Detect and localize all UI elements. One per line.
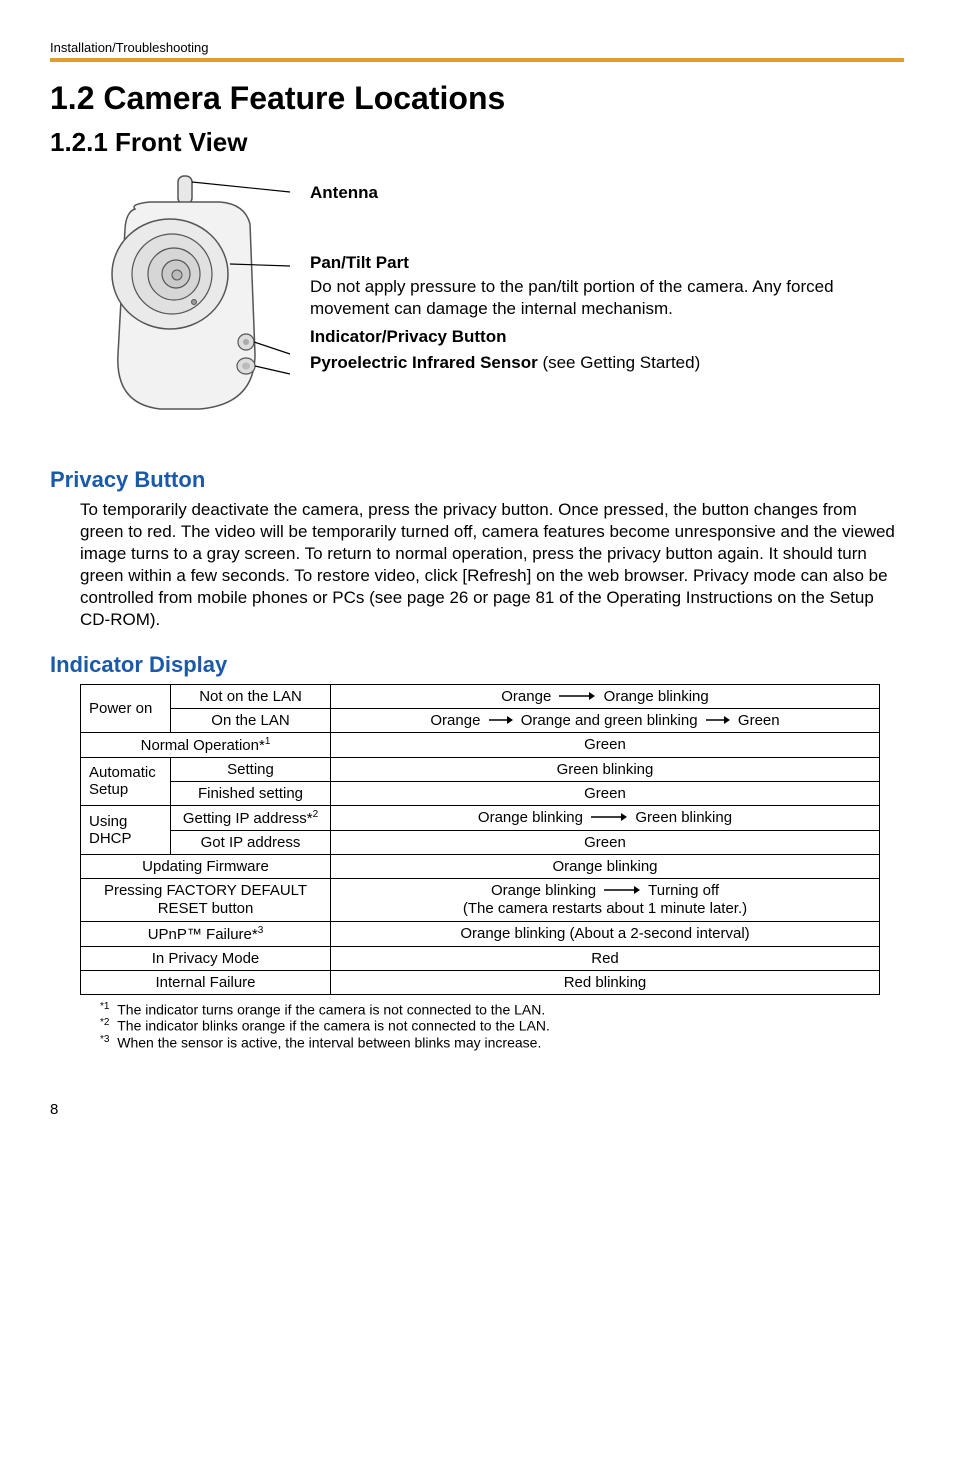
fn3-sup: *3 (100, 1034, 109, 1045)
table-row: On the LAN Orange Orange and green blink… (81, 708, 880, 732)
table-row: UPnP™ Failure*3 Orange blinking (About a… (81, 921, 880, 946)
cell-got-ip: Got IP address (171, 830, 331, 854)
text: Orange (501, 688, 551, 705)
cell-upnp-val: Orange blinking (About a 2-second interv… (331, 921, 880, 946)
cell-power-on: Power on (81, 684, 171, 732)
cell-not-on-lan-val: Orange Orange blinking (331, 684, 880, 708)
cell-not-on-lan: Not on the LAN (171, 684, 331, 708)
sup: 3 (258, 925, 264, 936)
cell-auto-setup: Automatic Setup (81, 757, 171, 805)
table-row: Updating Firmware Orange blinking (81, 854, 880, 878)
privacy-body: To temporarily deactivate the camera, pr… (80, 499, 904, 632)
cell-internal: Internal Failure (81, 970, 331, 994)
cell-got-ip-val: Green (331, 830, 880, 854)
section-indicator-display: Indicator Display (50, 652, 904, 678)
arrow-icon (706, 715, 730, 725)
footnotes: *1 The indicator turns orange if the cam… (100, 1001, 904, 1051)
cell-using-dhcp: Using DHCP (81, 805, 171, 854)
cell-normal-op: Normal Operation*1 (81, 732, 331, 757)
label-pyro-sensor: Pyroelectric Infrared Sensor (310, 353, 538, 372)
cell-updating-val: Orange blinking (331, 854, 880, 878)
indicator-table: Power on Not on the LAN Orange Orange bl… (80, 684, 880, 995)
label-pan-tilt: Pan/Tilt Part (310, 252, 904, 274)
fn2-sup: *2 (100, 1017, 109, 1028)
table-row: Using DHCP Getting IP address*2 Orange b… (81, 805, 880, 830)
label-antenna: Antenna (310, 182, 904, 204)
text: Orange (430, 712, 480, 729)
cell-on-lan-val: Orange Orange and green blinking Green (331, 708, 880, 732)
label-indicator-privacy: Indicator/Privacy Button (310, 327, 506, 346)
cell-setting-val: Green blinking (331, 757, 880, 781)
text: Green blinking (635, 809, 732, 826)
camera-figure: Antenna Pan/Tilt Part Do not apply press… (80, 174, 904, 439)
cell-updating: Updating Firmware (81, 854, 331, 878)
table-row: Finished setting Green (81, 781, 880, 805)
cell-finished-val: Green (331, 781, 880, 805)
cell-finished: Finished setting (171, 781, 331, 805)
text: Orange blinking (478, 809, 583, 826)
text: Turning off (648, 882, 719, 899)
text: Green (738, 712, 780, 729)
cell-getting-ip: Getting IP address*2 (171, 805, 331, 830)
table-row: Got IP address Green (81, 830, 880, 854)
text: Orange blinking (491, 882, 596, 899)
table-row: Automatic Setup Setting Green blinking (81, 757, 880, 781)
arrow-icon (604, 885, 640, 895)
cell-upnp: UPnP™ Failure*3 (81, 921, 331, 946)
cell-privacy-mode: In Privacy Mode (81, 946, 331, 970)
cell-getting-ip-val: Orange blinking Green blinking (331, 805, 880, 830)
page-title-h1: 1.2 Camera Feature Locations (50, 80, 904, 117)
arrow-icon (559, 691, 595, 701)
sup: 1 (265, 736, 271, 747)
breadcrumb: Installation/Troubleshooting (50, 40, 904, 62)
cell-internal-val: Red blinking (331, 970, 880, 994)
cell-privacy-mode-val: Red (331, 946, 880, 970)
table-row: In Privacy Mode Red (81, 946, 880, 970)
fn2-text: The indicator blinks orange if the camer… (117, 1018, 550, 1034)
arrow-icon (489, 715, 513, 725)
table-row: Internal Failure Red blinking (81, 970, 880, 994)
cell-normal-op-val: Green (331, 732, 880, 757)
fn1-sup: *1 (100, 1001, 109, 1012)
page-title-h2: 1.2.1 Front View (50, 127, 904, 158)
text: UPnP™ Failure* (148, 926, 258, 943)
fn3-text: When the sensor is active, the interval … (117, 1035, 541, 1051)
section-privacy-button: Privacy Button (50, 467, 904, 493)
table-row: Normal Operation*1 Green (81, 732, 880, 757)
text: (The camera restarts about 1 minute late… (463, 900, 747, 917)
text: Orange and green blinking (521, 712, 698, 729)
page-number: 8 (50, 1101, 904, 1118)
cell-on-lan: On the LAN (171, 708, 331, 732)
arrow-icon (591, 812, 627, 822)
text: Getting IP address* (183, 810, 313, 827)
sup: 2 (313, 809, 319, 820)
cell-setting: Setting (171, 757, 331, 781)
text: Normal Operation* (141, 737, 265, 754)
cell-factory: Pressing FACTORY DEFAULT RESET button (81, 878, 331, 921)
pan-tilt-desc: Do not apply pressure to the pan/tilt po… (310, 276, 904, 320)
cell-factory-val: Orange blinking Turning off (The camera … (331, 878, 880, 921)
table-row: Pressing FACTORY DEFAULT RESET button Or… (81, 878, 880, 921)
label-pyro-rest: (see Getting Started) (538, 353, 701, 372)
fn1-text: The indicator turns orange if the camera… (117, 1001, 545, 1017)
text: Orange blinking (604, 688, 709, 705)
camera-illustration (80, 174, 300, 439)
table-row: Power on Not on the LAN Orange Orange bl… (81, 684, 880, 708)
